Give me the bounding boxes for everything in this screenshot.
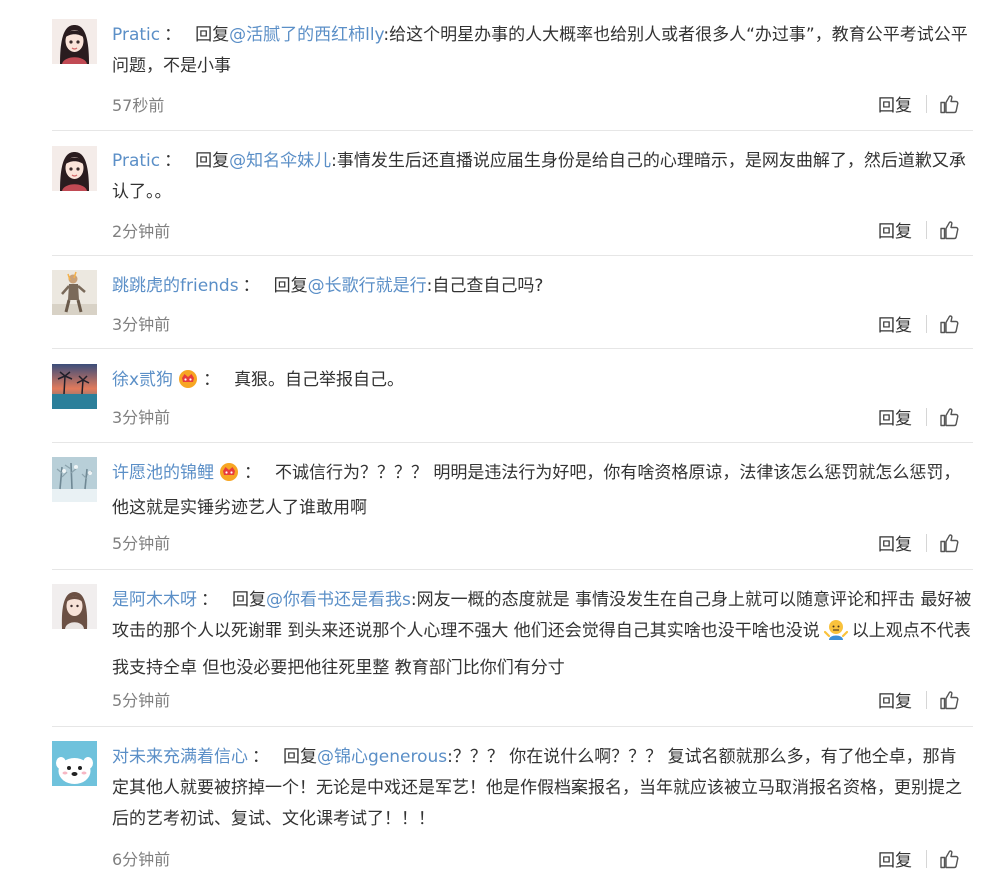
comment-text-block: 是阿木木呀：回复@你看书还是看我s:网友一概的态度就是 事情没发生在自己身上就可… bbox=[112, 585, 973, 684]
comment-item: Pratic：回复@活腻了的西红柿lly:给这个明星办事的人大概率也给别人或者很… bbox=[52, 0, 973, 131]
username-link[interactable]: Pratic bbox=[112, 151, 160, 171]
comment-text-block: Pratic：回复@知名伞妹儿:事情发生后还直播说应届生身份是给自己的心理暗示，… bbox=[112, 146, 973, 208]
comment-time: 6分钟前 bbox=[112, 850, 171, 869]
username-colon: ： bbox=[164, 151, 182, 171]
thumbs-up-icon[interactable] bbox=[939, 220, 959, 240]
comment-text-block: 跳跳虎的friends： 回复@长歌行就是行:自己查自己吗? bbox=[112, 271, 973, 302]
mention-link[interactable]: @活腻了的西红柿lly bbox=[229, 25, 383, 45]
username-link[interactable]: Pratic bbox=[112, 25, 160, 45]
comment-time: 57秒前 bbox=[112, 96, 165, 115]
action-divider bbox=[926, 314, 927, 333]
reply-button[interactable]: 回复 bbox=[878, 311, 912, 336]
reply-prefix: 回复 bbox=[273, 276, 308, 296]
reply-prefix: 回复 bbox=[232, 590, 266, 610]
username-colon: ： bbox=[203, 370, 221, 390]
comment-time: 2分钟前 bbox=[112, 222, 171, 241]
reply-button[interactable]: 回复 bbox=[878, 846, 912, 871]
action-divider bbox=[926, 407, 927, 426]
anime-girl-avatar[interactable] bbox=[52, 19, 97, 64]
snowy-tree-avatar[interactable] bbox=[52, 457, 97, 502]
comment-actions: 回复 bbox=[878, 217, 959, 242]
comment-actions: 回复 bbox=[878, 404, 959, 429]
girl-photo-avatar[interactable] bbox=[52, 584, 97, 629]
comment-actions: 回复 bbox=[878, 846, 959, 871]
comment-body: :自己查自己吗? bbox=[426, 276, 544, 296]
comment-item: 徐x贰狗 ： 真狠。自己举报自己。 3分钟前 回复 bbox=[52, 348, 973, 443]
action-divider bbox=[926, 690, 927, 709]
vip-crown-icon bbox=[177, 367, 199, 400]
username-colon: ： bbox=[244, 463, 261, 483]
action-divider bbox=[926, 220, 927, 239]
comment-item: Pratic：回复@知名伞妹儿:事情发生后还直播说应届生身份是给自己的心理暗示，… bbox=[52, 130, 973, 256]
mention-link[interactable]: @你看书还是看我s bbox=[266, 590, 411, 610]
comment-text-block: 徐x贰狗 ： 真狠。自己举报自己。 bbox=[112, 365, 973, 400]
username-link[interactable]: 徐x贰狗 bbox=[112, 370, 173, 390]
anime-girl-avatar[interactable] bbox=[52, 146, 97, 191]
mention-link[interactable]: @锦心generous bbox=[317, 747, 447, 767]
shrug-emoji-icon bbox=[823, 618, 848, 653]
comment-time: 5分钟前 bbox=[112, 534, 171, 553]
comment-actions: 回复 bbox=[878, 91, 959, 116]
reply-button[interactable]: 回复 bbox=[878, 404, 912, 429]
comment-time: 3分钟前 bbox=[112, 408, 171, 427]
action-divider bbox=[926, 533, 927, 552]
username-colon: ： bbox=[201, 590, 218, 610]
reply-prefix: 回复 bbox=[195, 25, 230, 45]
comment-item: 是阿木木呀：回复@你看书还是看我s:网友一概的态度就是 事情没发生在自己身上就可… bbox=[52, 569, 973, 727]
username-link[interactable]: 对未来充满着信心 bbox=[112, 747, 248, 767]
reply-button[interactable]: 回复 bbox=[878, 687, 912, 712]
comment-text-block: 许愿池的锦鲤：不诚信行为？？？？ 明明是违法行为好吧，你有啥资格原谅，法律该怎么… bbox=[112, 458, 973, 524]
comment-list: Pratic：回复@活腻了的西红柿lly:给这个明星办事的人大概率也给别人或者很… bbox=[0, 0, 1006, 893]
figure-photo-avatar[interactable] bbox=[52, 270, 97, 315]
comment-actions: 回复 bbox=[878, 530, 959, 555]
sunset-palm-avatar[interactable] bbox=[52, 364, 97, 409]
username-colon: ： bbox=[242, 276, 260, 296]
username-link[interactable]: 是阿木木呀 bbox=[112, 590, 197, 610]
thumbs-up-icon[interactable] bbox=[939, 94, 959, 114]
thumbs-up-icon[interactable] bbox=[939, 533, 959, 553]
reply-button[interactable]: 回复 bbox=[878, 91, 912, 116]
username-link[interactable]: 许愿池的锦鲤 bbox=[112, 463, 214, 483]
comment-actions: 回复 bbox=[878, 311, 959, 336]
thumbs-up-icon[interactable] bbox=[939, 849, 959, 869]
comment-time: 5分钟前 bbox=[112, 691, 171, 710]
comment-text-block: 对未来充满着信心：回复@锦心generous:？？？ 你在说什么啊？？？ 复试名… bbox=[112, 742, 973, 835]
comment-item: 跳跳虎的friends：回复@长歌行就是行:自己查自己吗? 3分钟前 回复 bbox=[52, 255, 973, 349]
vip-crown-icon bbox=[218, 460, 240, 493]
mention-link[interactable]: @长歌行就是行 bbox=[308, 276, 427, 296]
action-divider bbox=[926, 94, 927, 113]
comment-item: 对未来充满着信心：回复@锦心generous:？？？ 你在说什么啊？？？ 复试名… bbox=[52, 726, 973, 883]
thumbs-up-icon[interactable] bbox=[939, 690, 959, 710]
reply-prefix: 回复 bbox=[195, 151, 230, 171]
comment-item: 许愿池的锦鲤：不诚信行为？？？？ 明明是违法行为好吧，你有啥资格原谅，法律该怎么… bbox=[52, 442, 973, 570]
username-link[interactable]: 跳跳虎的friends bbox=[112, 276, 239, 296]
comment-actions: 回复 bbox=[878, 687, 959, 712]
reply-button[interactable]: 回复 bbox=[878, 217, 912, 242]
comment-body: 真狠。自己举报自己。 bbox=[234, 370, 405, 390]
mention-link[interactable]: @知名伞妹儿 bbox=[229, 151, 331, 171]
username-colon: ： bbox=[252, 747, 269, 767]
thumbs-up-icon[interactable] bbox=[939, 314, 959, 334]
action-divider bbox=[926, 849, 927, 868]
comment-text-block: Pratic：回复@活腻了的西红柿lly:给这个明星办事的人大概率也给别人或者很… bbox=[112, 20, 973, 82]
thumbs-up-icon[interactable] bbox=[939, 407, 959, 427]
comment-time: 3分钟前 bbox=[112, 315, 171, 334]
cartoon-dog-avatar[interactable] bbox=[52, 741, 97, 786]
reply-button[interactable]: 回复 bbox=[878, 530, 912, 555]
username-colon: ： bbox=[164, 25, 182, 45]
reply-prefix: 回复 bbox=[283, 747, 317, 767]
